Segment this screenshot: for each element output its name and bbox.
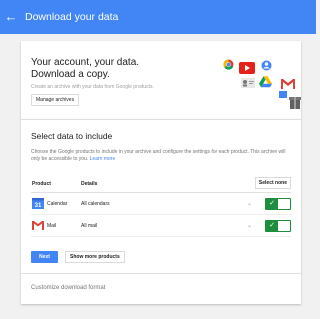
check-icon: ✓ xyxy=(266,221,278,231)
chrome-icon xyxy=(223,59,234,70)
hero-title-line1: Your account, your data. xyxy=(31,57,140,68)
table-row: 31 Calendar All calendars ⌄ ✓ xyxy=(31,193,291,215)
contacts-icon xyxy=(241,78,255,88)
archive-box-icon xyxy=(289,97,301,109)
check-icon: ✓ xyxy=(266,199,278,209)
chevron-down-icon[interactable]: ⌄ xyxy=(247,200,252,207)
show-more-products-button[interactable]: Show more products xyxy=(65,251,125,263)
hero-title: Your account, your data. Download a copy… xyxy=(31,57,139,81)
table-row: Mail All mail ⌄ ✓ xyxy=(31,215,291,237)
drive-icon xyxy=(259,76,272,88)
calendar-small-icon xyxy=(279,91,287,98)
section-description: Choose the Google products to include in… xyxy=(31,149,293,163)
select-data-card: Select data to include Choose the Google… xyxy=(21,119,301,304)
include-toggle[interactable]: ✓ xyxy=(265,198,291,210)
manage-archives-button[interactable]: Manage archives xyxy=(31,94,80,106)
products-collage xyxy=(223,51,301,117)
product-name: Calendar xyxy=(47,201,68,207)
gmail-icon xyxy=(32,221,44,230)
chevron-down-icon[interactable]: ⌄ xyxy=(247,222,252,229)
product-name: Mail xyxy=(47,223,57,229)
profile-icon xyxy=(261,60,272,71)
gmail-collage-icon xyxy=(280,78,296,90)
divider xyxy=(21,273,301,274)
youtube-icon xyxy=(239,62,255,74)
table-header: Product Details Select none xyxy=(31,175,291,193)
top-app-bar: ← Download your data xyxy=(0,0,316,34)
product-detail: All calendars xyxy=(81,201,110,207)
include-toggle[interactable]: ✓ xyxy=(265,220,291,232)
svg-text:31: 31 xyxy=(35,203,42,209)
column-product: Product xyxy=(32,181,51,187)
intro-card: Your account, your data. Download a copy… xyxy=(21,41,301,119)
select-none-button[interactable]: Select none xyxy=(254,177,291,189)
product-detail: All mail xyxy=(81,223,98,229)
next-button[interactable]: Next xyxy=(31,251,58,263)
hero-subtitle: Create an archive with your data from Go… xyxy=(31,84,154,90)
column-details: Details xyxy=(81,181,98,187)
learn-more-link[interactable]: Learn more xyxy=(90,156,116,162)
calendar-icon: 31 xyxy=(32,198,44,209)
arrow-left-icon[interactable]: ← xyxy=(3,9,19,25)
customize-download-format[interactable]: Customize download format xyxy=(31,285,105,291)
description-text: Choose the Google products to include in… xyxy=(31,149,286,162)
products-table: Product Details Select none 31 Calendar … xyxy=(31,175,291,237)
page-title: Download your data xyxy=(25,11,119,23)
section-title: Select data to include xyxy=(31,131,113,141)
hero-title-line2: Download a copy. xyxy=(31,69,110,80)
